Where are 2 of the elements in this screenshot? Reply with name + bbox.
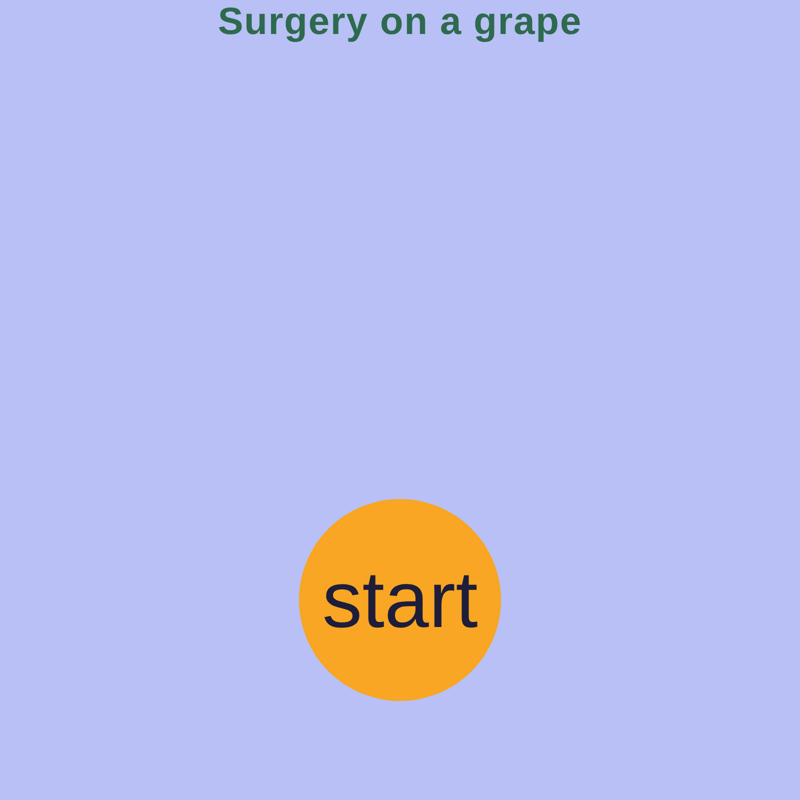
- page-title: Surgery on a grape: [218, 0, 582, 44]
- start-button[interactable]: start: [299, 499, 501, 701]
